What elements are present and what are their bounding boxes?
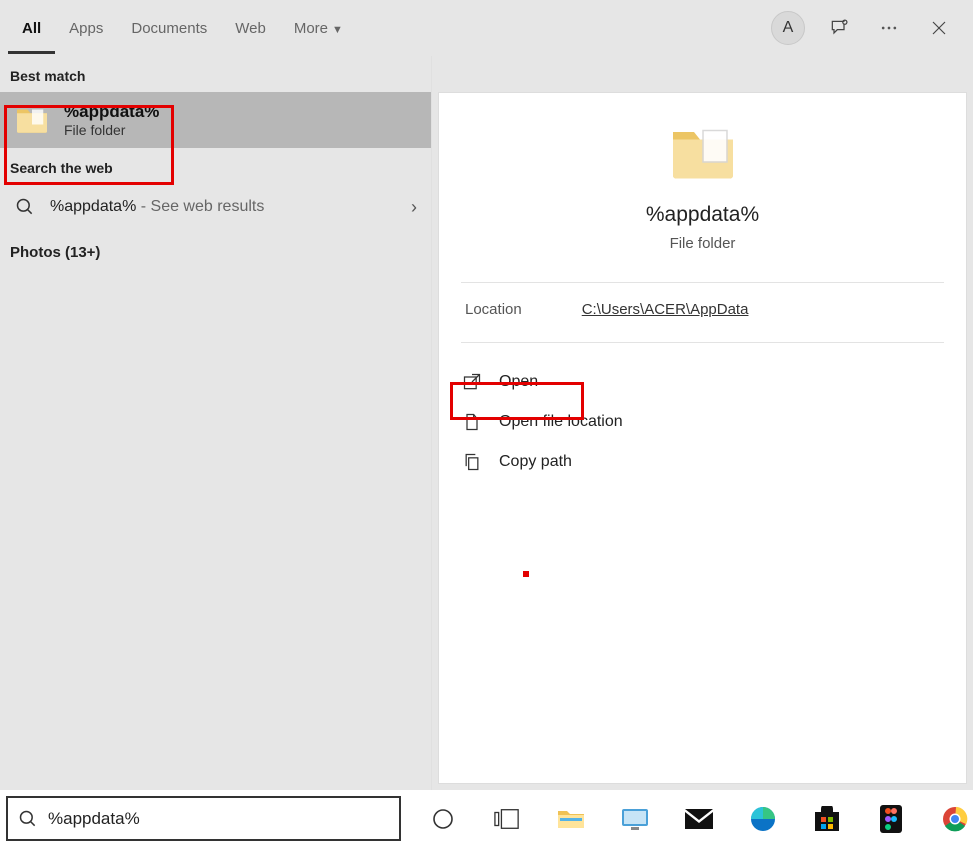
more-options-icon[interactable]: [873, 12, 905, 44]
open-location-icon: [461, 411, 483, 433]
copy-icon: [461, 451, 483, 473]
taskbar: [0, 790, 973, 847]
tab-documents[interactable]: Documents: [117, 3, 221, 54]
action-copy-path[interactable]: Copy path: [461, 451, 944, 473]
edge-icon[interactable]: [745, 801, 781, 837]
search-body: Best match %appdata% File folder Search …: [0, 56, 973, 790]
search-icon: [18, 809, 38, 829]
best-match-result[interactable]: %appdata% File folder: [0, 92, 431, 148]
best-match-text: %appdata% File folder: [64, 102, 159, 138]
tab-apps[interactable]: Apps: [55, 3, 117, 54]
search-input[interactable]: [48, 809, 389, 829]
task-view-icon[interactable]: [489, 801, 525, 837]
taskbar-apps: [407, 801, 973, 837]
search-icon: [14, 196, 36, 218]
close-icon[interactable]: [923, 12, 955, 44]
action-open-file-location-label: Open file location: [499, 413, 623, 431]
chrome-icon[interactable]: [937, 801, 973, 837]
settings-app-icon[interactable]: [617, 801, 653, 837]
action-open-file-location[interactable]: Open file location: [461, 411, 944, 433]
cortana-icon[interactable]: [425, 801, 461, 837]
chevron-down-icon: ▼: [332, 24, 343, 36]
taskbar-search-box[interactable]: [6, 796, 401, 841]
feedback-icon[interactable]: [823, 12, 855, 44]
details-card: %appdata% File folder Location C:\Users\…: [438, 92, 967, 784]
file-explorer-icon[interactable]: [553, 801, 589, 837]
action-copy-path-label: Copy path: [499, 453, 572, 471]
best-match-subtitle: File folder: [64, 122, 159, 138]
actions-list: Open Open file location Copy path: [439, 343, 966, 501]
microsoft-store-icon[interactable]: [809, 801, 845, 837]
action-open-label: Open: [499, 373, 538, 391]
search-web-label: Search the web: [0, 148, 431, 184]
web-result-text: %appdata% - See web results: [50, 198, 397, 216]
search-pane: All Apps Documents Web More▼ A Best matc…: [0, 0, 973, 790]
folder-large-icon: [667, 117, 739, 189]
user-avatar[interactable]: A: [771, 11, 805, 45]
tab-more[interactable]: More▼: [280, 3, 357, 54]
figma-icon[interactable]: [873, 801, 909, 837]
details-title: %appdata%: [646, 203, 759, 227]
mail-icon[interactable]: [681, 801, 717, 837]
details-column: %appdata% File folder Location C:\Users\…: [432, 56, 973, 790]
action-open[interactable]: Open: [461, 371, 944, 393]
tab-all[interactable]: All: [8, 3, 55, 54]
header-controls: A: [771, 11, 965, 45]
best-match-label: Best match: [0, 56, 431, 92]
location-row: Location C:\Users\ACER\AppData: [439, 283, 966, 332]
results-column: Best match %appdata% File folder Search …: [0, 56, 432, 790]
folder-icon: [14, 102, 50, 138]
location-label: Location: [465, 301, 522, 318]
open-icon: [461, 371, 483, 393]
web-result-row[interactable]: %appdata% - See web results ›: [0, 184, 431, 230]
details-header: %appdata% File folder: [439, 93, 966, 272]
annotation-dot: [523, 571, 529, 577]
best-match-title: %appdata%: [64, 102, 159, 122]
category-tabs: All Apps Documents Web More▼: [8, 3, 357, 54]
photos-section-label[interactable]: Photos (13+): [0, 230, 431, 275]
location-path[interactable]: C:\Users\ACER\AppData: [582, 301, 749, 318]
chevron-right-icon: ›: [411, 197, 417, 218]
header-bar: All Apps Documents Web More▼ A: [0, 0, 973, 56]
details-subtitle: File folder: [670, 235, 736, 252]
tab-web[interactable]: Web: [221, 3, 280, 54]
